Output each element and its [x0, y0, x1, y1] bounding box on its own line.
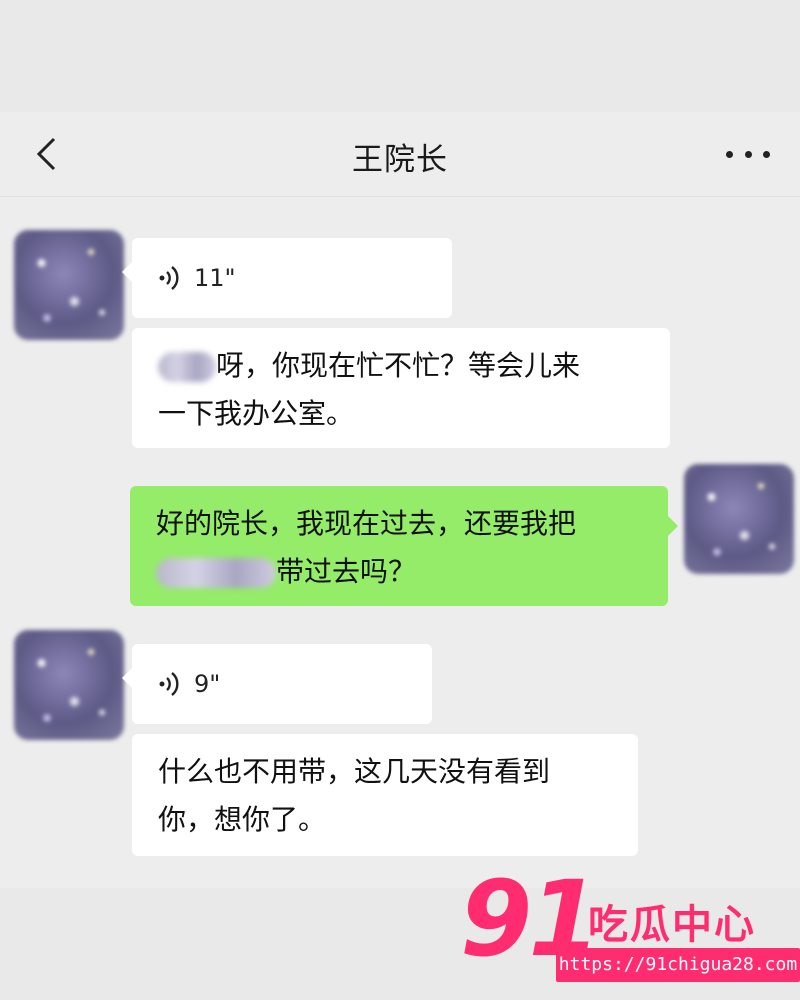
- top-bar: 王院长: [0, 112, 800, 197]
- voice-icon: [159, 266, 179, 290]
- voice-message[interactable]: 11": [122, 238, 452, 318]
- message-line: 一下我办公室。: [158, 397, 355, 430]
- text-message[interactable]: 什么也不用带，这几天没有看到 你，想你了。: [132, 734, 638, 856]
- chat-title: 王院长: [352, 142, 448, 178]
- user-avatar[interactable]: [684, 464, 794, 574]
- message-line: 好的院长，我现在过去，还要我把: [156, 507, 577, 540]
- contact-avatar[interactable]: [14, 230, 124, 340]
- text-message[interactable]: 好的院长，我现在过去，还要我把 带过去吗？: [130, 486, 678, 606]
- screenshot: 王院长 11" 呀，你现在忙不忙？等会儿来 一下我办公室。 好的院长，我现在过去…: [0, 0, 800, 1000]
- chat-window: 王院长 11" 呀，你现在忙不忙？等会儿来 一下我办公室。 好的院长，我现在过去…: [0, 112, 800, 888]
- message-line: 你，想你了。: [158, 803, 327, 836]
- voice-duration: 9": [194, 670, 221, 698]
- voice-icon: [159, 672, 179, 696]
- contact-avatar[interactable]: [14, 630, 124, 740]
- ellipsis-icon[interactable]: [726, 144, 770, 164]
- message-line: 什么也不用带，这几天没有看到: [158, 755, 551, 788]
- voice-duration: 11": [194, 264, 236, 292]
- text-message[interactable]: 呀，你现在忙不忙？等会儿来 一下我办公室。: [132, 328, 670, 448]
- watermark-url: https://91chigua28.com: [556, 948, 800, 982]
- voice-message[interactable]: 9": [122, 644, 432, 724]
- redacted-text: [158, 352, 216, 382]
- watermark-name: 吃瓜中心: [588, 902, 756, 948]
- message-line: 呀，你现在忙不忙？等会儿来: [158, 342, 646, 390]
- watermark: 91 吃瓜中心 https://91chigua28.com: [460, 864, 800, 1000]
- redacted-text: [156, 558, 276, 588]
- message-line: 带过去吗？: [156, 548, 644, 596]
